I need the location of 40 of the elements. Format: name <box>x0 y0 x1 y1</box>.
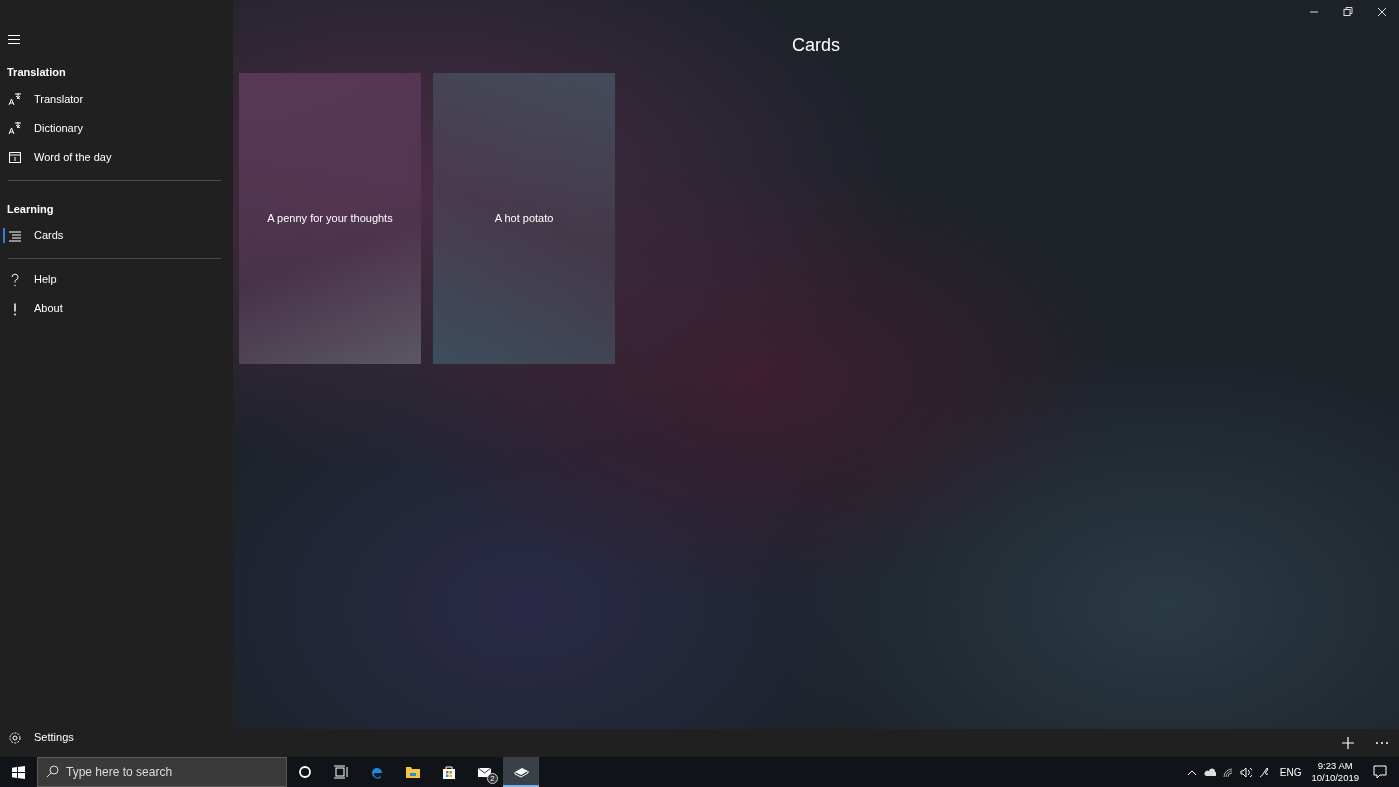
flash-card[interactable]: A hot potato <box>433 73 615 364</box>
clock-date[interactable]: 10/10/2019 <box>1311 772 1359 785</box>
section-heading: Translation <box>6 65 67 80</box>
notification-count: 2 <box>487 773 498 784</box>
clock-time[interactable]: 9:23 AM <box>1311 759 1359 772</box>
close-icon <box>1375 5 1389 19</box>
page-title: Cards <box>791 34 841 57</box>
question-mark-icon <box>8 272 22 287</box>
language-indicator[interactable]: ENG <box>1279 764 1302 780</box>
menu-icon <box>8 34 20 44</box>
nav-item[interactable]: Dictionary <box>0 113 233 143</box>
speaker-icon[interactable] <box>1239 765 1252 779</box>
translate-icon <box>8 92 22 106</box>
nav-item[interactable]: Word of the day <box>0 142 233 172</box>
cortana-icon <box>297 764 313 780</box>
windows-logo-icon <box>11 765 25 779</box>
nav-item[interactable]: Cards <box>0 221 233 250</box>
more-icon <box>1375 741 1389 745</box>
flash-card[interactable]: A penny for your thoughts <box>239 73 421 364</box>
book-app-button[interactable] <box>503 757 539 787</box>
store-icon <box>441 764 457 780</box>
nav-item[interactable]: Translator <box>0 84 233 114</box>
settings-button[interactable]: Settings <box>0 723 233 752</box>
search-field[interactable]: Type here to search <box>37 757 287 787</box>
section-heading: Learning <box>6 201 55 217</box>
task-view-icon <box>333 764 349 780</box>
pen-icon[interactable] <box>1257 765 1270 779</box>
settings-icon <box>8 730 22 745</box>
list-icon <box>8 228 22 243</box>
restore-icon <box>1341 5 1355 19</box>
calendar-icon <box>8 150 22 164</box>
plus-icon <box>1341 736 1355 750</box>
mail-button[interactable]: 2 <box>467 757 503 787</box>
network-icon[interactable] <box>1221 765 1234 779</box>
cloud-icon[interactable] <box>1203 765 1216 779</box>
folder-icon <box>405 764 421 780</box>
nav-item[interactable]: Help <box>0 265 233 294</box>
translate-icon <box>8 121 22 135</box>
notification-icon[interactable] <box>1373 765 1387 779</box>
nav-item[interactable]: About <box>0 294 233 323</box>
